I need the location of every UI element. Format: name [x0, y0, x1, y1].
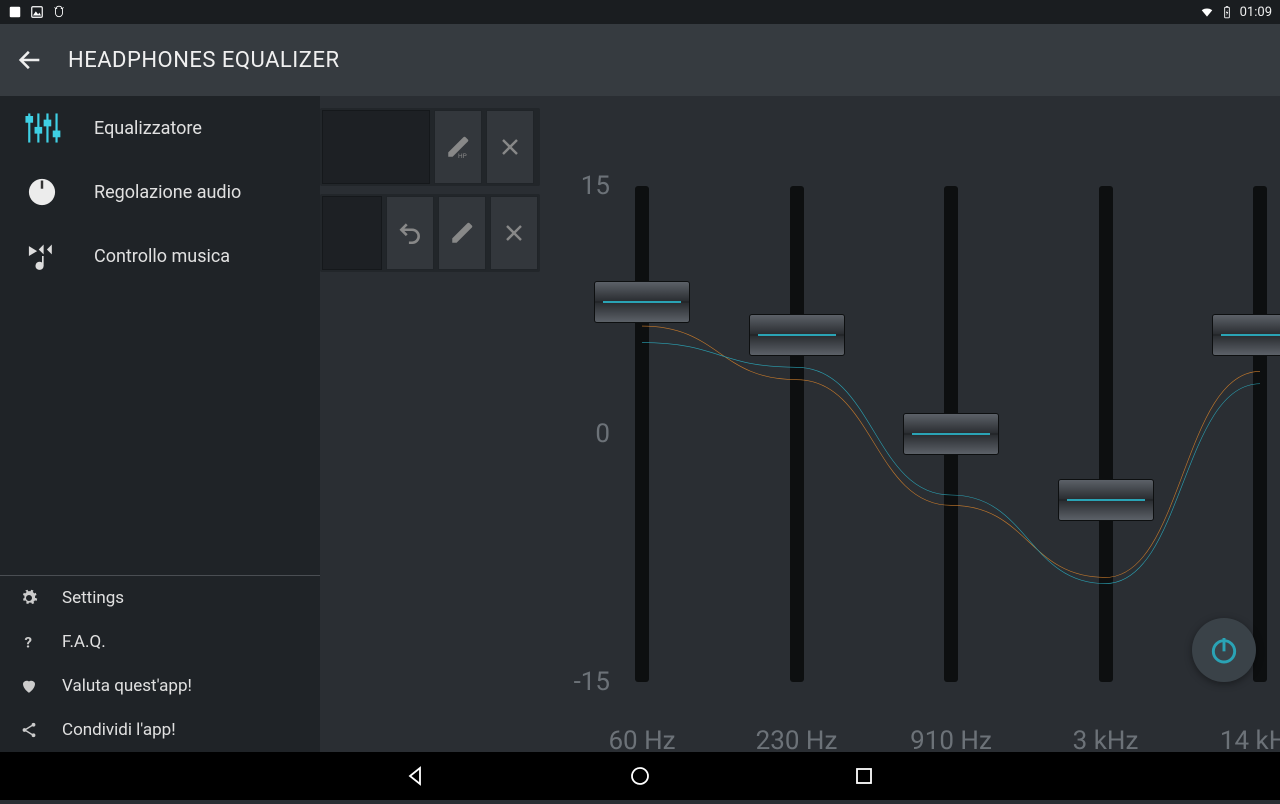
- status-time: 01:09: [1240, 5, 1272, 20]
- svg-text:HP: HP: [458, 152, 467, 160]
- gear-icon: [20, 589, 38, 607]
- sidebar-item-label: Equalizzatore: [94, 118, 202, 139]
- sidebar-item-equalizer[interactable]: Equalizzatore: [0, 96, 320, 160]
- status-bar: 01:09: [0, 0, 1280, 24]
- edit-preset-button[interactable]: HP: [434, 110, 482, 184]
- y-tick-label: 15: [581, 171, 610, 201]
- image-icon: [30, 5, 44, 19]
- preset-panel: HP: [320, 108, 540, 272]
- heart-icon: [20, 677, 38, 695]
- edit-button[interactable]: [438, 196, 486, 270]
- nav-home-icon[interactable]: [628, 764, 652, 788]
- sidebar-footer-settings[interactable]: Settings: [0, 576, 320, 620]
- eq-band-thumb[interactable]: [594, 281, 690, 323]
- preset-slot-1[interactable]: [322, 110, 430, 184]
- back-arrow-icon[interactable]: [16, 46, 44, 74]
- footer-label: Settings: [62, 588, 124, 608]
- eq-band-track[interactable]: [790, 186, 804, 682]
- eq-band-track[interactable]: [1099, 186, 1113, 682]
- sidebar: Equalizzatore Regolazione audio Controll…: [0, 96, 320, 752]
- battery-charging-icon: [1220, 5, 1234, 19]
- sidebar-item-label: Controllo musica: [94, 246, 230, 267]
- android-debug-icon: [52, 5, 66, 19]
- undo-button[interactable]: [386, 196, 434, 270]
- footer-label: Valuta quest'app!: [62, 676, 192, 696]
- music-control-icon: [20, 234, 64, 278]
- sidebar-item-music-control[interactable]: Controllo musica: [0, 224, 320, 288]
- power-fab[interactable]: [1192, 618, 1256, 682]
- sidebar-footer-rate[interactable]: Valuta quest'app!: [0, 664, 320, 708]
- close-button[interactable]: [490, 196, 538, 270]
- app-bar: HEADPHONES EQUALIZER: [0, 24, 1280, 96]
- eq-band-track[interactable]: [635, 186, 649, 682]
- sidebar-item-audio-adjust[interactable]: Regolazione audio: [0, 160, 320, 224]
- main-pane: HP 15 0 -15: [320, 96, 1280, 752]
- preset-row-2: [320, 194, 540, 272]
- footer-label: Condividi l'app!: [62, 720, 176, 740]
- footer-label: F.A.Q.: [62, 632, 106, 652]
- y-tick-label: -15: [574, 667, 610, 697]
- app-title: HEADPHONES EQUALIZER: [68, 48, 340, 73]
- sidebar-footer-share[interactable]: Condividi l'app!: [0, 708, 320, 752]
- preset-slot-2[interactable]: [322, 196, 382, 270]
- sidebar-footer-faq[interactable]: ? F.A.Q.: [0, 620, 320, 664]
- clear-preset-button[interactable]: [486, 110, 534, 184]
- wifi-icon: [1200, 5, 1214, 19]
- nav-recent-icon[interactable]: [852, 764, 876, 788]
- eq-band-thumb[interactable]: [903, 413, 999, 455]
- svg-text:?: ?: [25, 633, 32, 651]
- preset-row-1: HP: [320, 108, 540, 186]
- share-icon: [20, 721, 38, 739]
- eq-band-thumb[interactable]: [1212, 314, 1280, 356]
- knob-icon: [20, 170, 64, 214]
- nav-back-icon[interactable]: [404, 764, 428, 788]
- square-icon: [8, 5, 22, 19]
- sidebar-item-label: Regolazione audio: [94, 182, 241, 203]
- android-navbar: [0, 752, 1280, 800]
- equalizer-area: 150-15 60 Hz230 Hz910 Hz3 kHz14 kHz: [550, 186, 1280, 722]
- y-tick-label: 0: [595, 419, 610, 449]
- eq-band-track[interactable]: [1253, 186, 1267, 682]
- question-icon: ?: [20, 633, 38, 651]
- equalizer-sliders-icon: [20, 106, 64, 150]
- eq-band-thumb[interactable]: [749, 314, 845, 356]
- eq-band-thumb[interactable]: [1058, 479, 1154, 521]
